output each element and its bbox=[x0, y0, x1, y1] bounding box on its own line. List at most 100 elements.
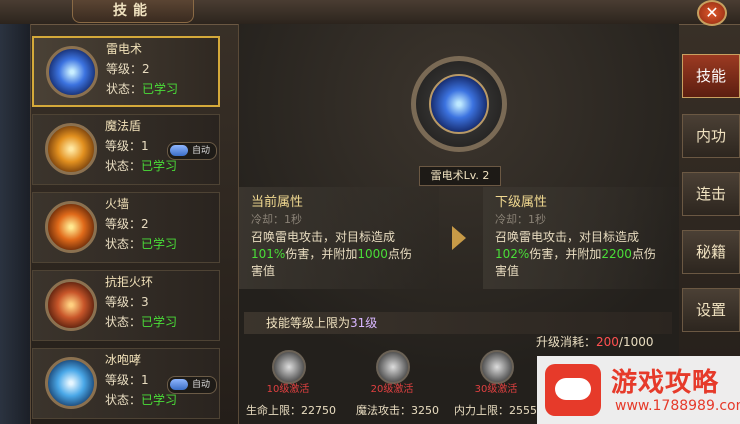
repel-fire-ring-icon bbox=[45, 279, 97, 331]
desc-text: 害值 bbox=[251, 264, 276, 278]
skill-level: 等级：3 bbox=[105, 295, 149, 309]
toggle-knob bbox=[170, 379, 188, 390]
gamepad-logo-icon bbox=[545, 364, 601, 416]
damage-percent: 102% bbox=[495, 247, 530, 261]
next-attributes: 下级属性 冷却：1秒 召唤雷电攻击，对目标造成 102%伤害，并附加2200点伤害… bbox=[483, 187, 679, 289]
window-title: 技能 bbox=[72, 0, 194, 23]
auto-label: 自动 bbox=[192, 380, 211, 390]
desc-text: 伤害，并附加 bbox=[285, 247, 358, 261]
desc-text: 点伤 bbox=[631, 247, 656, 261]
skill-status: 状态：已学习 bbox=[105, 313, 177, 330]
skill-level: 等级：2 bbox=[105, 217, 149, 231]
auto-label: 自动 bbox=[192, 146, 211, 156]
arrow-right-icon bbox=[452, 226, 466, 250]
selected-skill-emblem: 雷电术Lv. 2 bbox=[379, 44, 539, 189]
unlock-slot-2[interactable]: 20级激活 bbox=[356, 348, 428, 410]
auto-cast-toggle[interactable]: 自动 bbox=[167, 142, 217, 160]
skill-name: 抗拒火环 bbox=[105, 275, 154, 289]
ice-roar-icon bbox=[45, 357, 97, 409]
desc-text: 点伤 bbox=[387, 247, 412, 261]
damage-percent: 101% bbox=[251, 247, 286, 261]
skill-item-repel-fire-ring[interactable]: 抗拒火环 等级：3 状态：已学习 bbox=[32, 270, 220, 341]
unlock-caption: 10级激活 bbox=[266, 384, 310, 395]
desc-text: 召唤雷电攻击，对目标造成 bbox=[251, 230, 396, 244]
status-prefix: 状态： bbox=[105, 315, 142, 329]
tab-inner-power[interactable]: 内功 bbox=[682, 114, 740, 158]
status-value: 已学习 bbox=[141, 315, 178, 329]
unlock-caption: 20级激活 bbox=[370, 384, 414, 395]
fire-wall-icon bbox=[45, 201, 97, 253]
skill-list: 雷电术 等级：2 状态：已学习 魔法盾 等级：1 状态：已学习 自动 火墙 等级… bbox=[32, 36, 224, 424]
upgrade-cost: 升级消耗：200/1000 bbox=[536, 333, 654, 350]
skill-item-fire-wall[interactable]: 火墙 等级：2 状态：已学习 bbox=[32, 192, 220, 263]
magic-shield-icon bbox=[45, 123, 97, 175]
next-description: 召唤雷电攻击，对目标造成 102%伤害，并附加2200点伤害值 bbox=[495, 229, 671, 280]
locked-skill-icon bbox=[480, 350, 514, 384]
status-value: 已学习 bbox=[141, 159, 178, 173]
level-limit-text: 技能等级上限为31级 bbox=[266, 312, 377, 334]
status-prefix: 状态： bbox=[105, 393, 142, 407]
status-value: 已学习 bbox=[141, 237, 178, 251]
desc-text: 伤害，并附加 bbox=[529, 247, 602, 261]
tab-combo[interactable]: 连击 bbox=[682, 172, 740, 216]
current-attributes-title: 当前属性 bbox=[251, 195, 304, 210]
bonus-damage: 2200 bbox=[601, 247, 632, 261]
locked-skill-icon bbox=[376, 350, 410, 384]
status-prefix: 状态： bbox=[105, 159, 142, 173]
level-limit-bar: 技能等级上限为31级 bbox=[244, 312, 672, 334]
desc-text: 召唤雷电攻击，对目标造成 bbox=[495, 230, 640, 244]
site-watermark: 游戏攻略 www.1788989.com bbox=[537, 356, 740, 424]
lightning-spell-icon bbox=[429, 74, 489, 134]
current-attributes: 当前属性 冷却：1秒 召唤雷电攻击，对目标造成 101%伤害，并附加1000点伤害… bbox=[239, 187, 439, 289]
close-button[interactable]: ✕ bbox=[697, 0, 727, 26]
status-prefix: 状态： bbox=[105, 237, 142, 251]
upgrade-cost-label: 升级消耗： bbox=[536, 335, 597, 349]
unlock-slot-1[interactable]: 10级激活 bbox=[252, 348, 324, 410]
bonus-damage: 1000 bbox=[357, 247, 388, 261]
skill-name: 冰咆哮 bbox=[105, 353, 142, 367]
tab-skills[interactable]: 技能 bbox=[682, 54, 740, 98]
skill-item-ice-roar[interactable]: 冰咆哮 等级：1 状态：已学习 自动 bbox=[32, 348, 220, 419]
skill-level: 等级：1 bbox=[105, 373, 149, 387]
current-cooldown: 冷却：1秒 bbox=[251, 213, 302, 226]
unlock-slot-3[interactable]: 30级激活 bbox=[460, 348, 532, 410]
skill-name: 魔法盾 bbox=[105, 119, 142, 133]
locked-skill-icon bbox=[272, 350, 306, 384]
toggle-knob bbox=[170, 145, 188, 156]
watermark-url: www.1788989.com bbox=[615, 398, 740, 414]
level-limit-value: 31级 bbox=[350, 316, 378, 330]
watermark-title: 游戏攻略 bbox=[611, 368, 720, 398]
stat-hp-limit: 生命上限：22750 bbox=[246, 404, 336, 417]
lightning-spell-icon bbox=[46, 46, 98, 98]
stat-inner-power-limit: 内力上限：2555 bbox=[454, 404, 537, 417]
stat-magic-attack: 魔法攻击：3250 bbox=[356, 404, 439, 417]
skill-item-lightning[interactable]: 雷电术 等级：2 状态：已学习 bbox=[32, 36, 220, 107]
selected-skill-name: 雷电术Lv. 2 bbox=[419, 166, 501, 186]
tab-settings[interactable]: 设置 bbox=[682, 288, 740, 332]
gamepad-shape bbox=[555, 378, 591, 400]
current-description: 召唤雷电攻击，对目标造成 101%伤害，并附加1000点伤害值 bbox=[251, 229, 427, 280]
skill-status: 状态：已学习 bbox=[105, 235, 177, 252]
skill-level: 等级：2 bbox=[106, 62, 150, 76]
title-bar: 技能 ✕ bbox=[0, 0, 740, 26]
skill-item-magic-shield[interactable]: 魔法盾 等级：1 状态：已学习 自动 bbox=[32, 114, 220, 185]
desc-text: 害值 bbox=[495, 264, 520, 278]
upgrade-cost-total: /1000 bbox=[618, 335, 654, 349]
skill-name: 雷电术 bbox=[106, 42, 143, 56]
skill-status: 状态：已学习 bbox=[105, 157, 177, 174]
left-border-decoration bbox=[0, 24, 31, 424]
skill-status: 状态：已学习 bbox=[106, 80, 178, 97]
level-limit-label: 技能等级上限为 bbox=[266, 316, 351, 330]
skill-status: 状态：已学习 bbox=[105, 391, 177, 408]
status-value: 已学习 bbox=[142, 82, 179, 96]
skill-level: 等级：1 bbox=[105, 139, 149, 153]
status-value: 已学习 bbox=[141, 393, 178, 407]
next-attributes-title: 下级属性 bbox=[495, 195, 548, 210]
tab-secret-manual[interactable]: 秘籍 bbox=[682, 230, 740, 274]
skill-name: 火墙 bbox=[105, 197, 130, 211]
next-cooldown: 冷却：1秒 bbox=[495, 213, 546, 226]
unlock-caption: 30级激活 bbox=[474, 384, 518, 395]
auto-cast-toggle[interactable]: 自动 bbox=[167, 376, 217, 394]
upgrade-cost-current: 200 bbox=[596, 335, 619, 349]
status-prefix: 状态： bbox=[106, 82, 143, 96]
